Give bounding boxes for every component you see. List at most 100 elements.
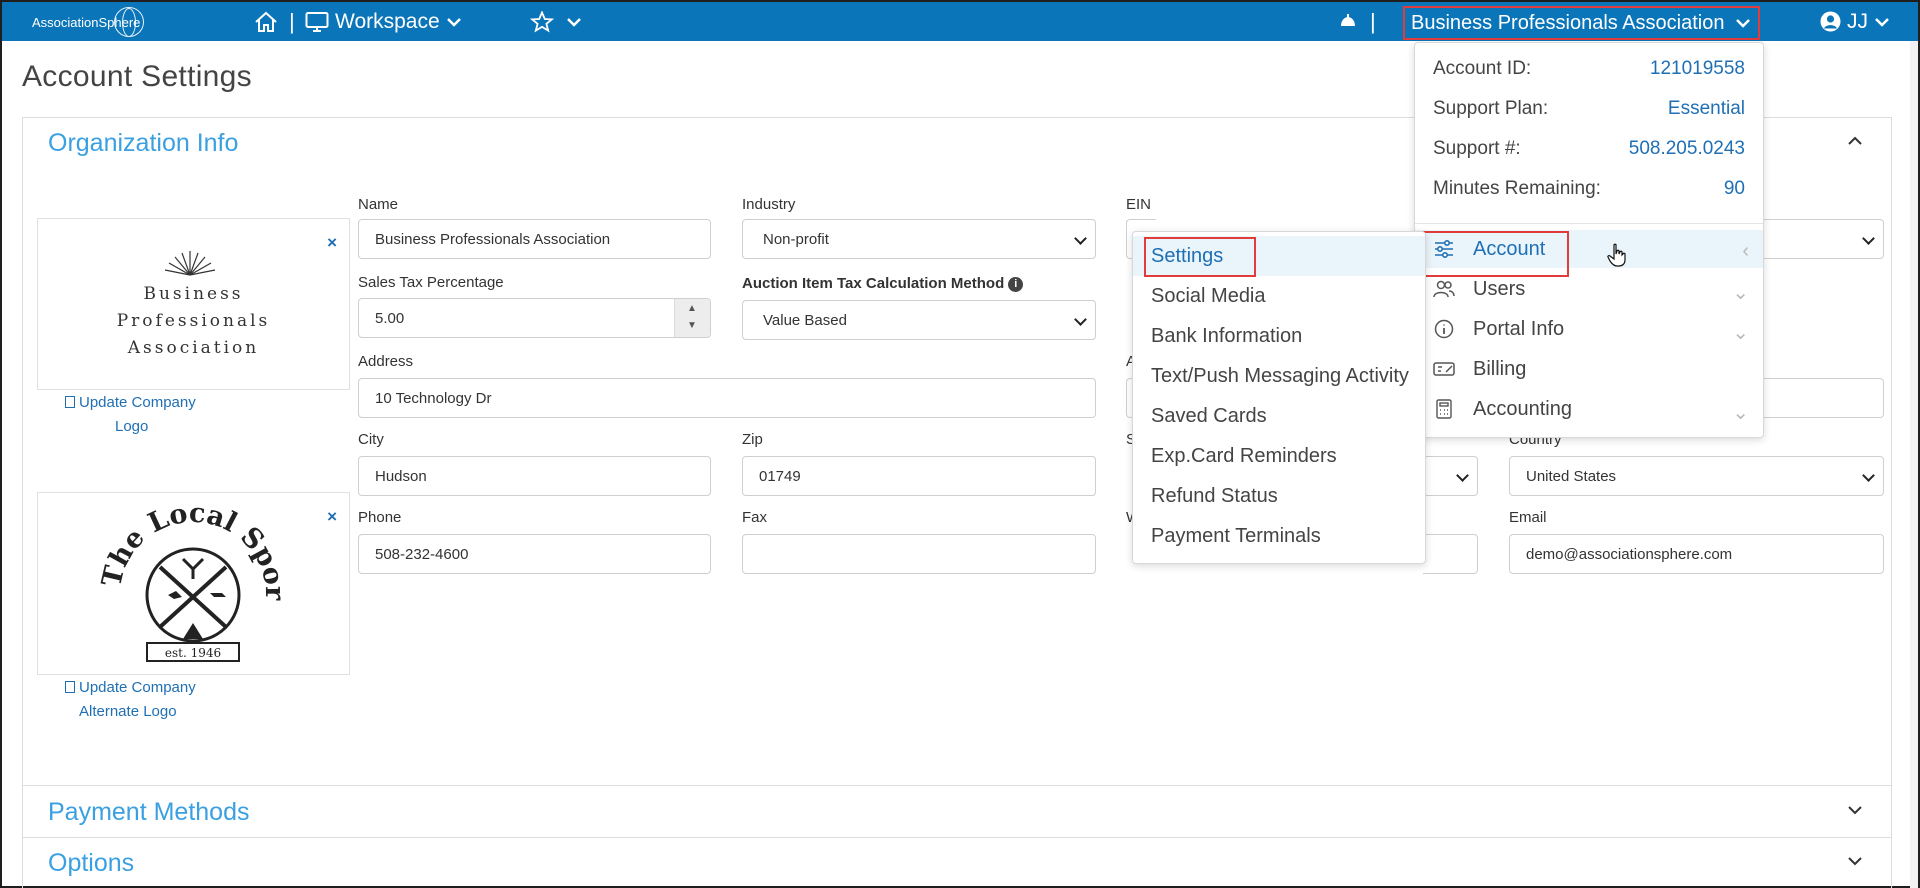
billing-menu-item[interactable]: Billing [1415, 350, 1763, 388]
state-select[interactable] [1423, 456, 1478, 496]
industry-label: Industry [742, 196, 796, 213]
favorites-menu-button[interactable] [530, 2, 582, 41]
chevron-down-icon [446, 17, 461, 27]
sportsman-club-logo: The Local Sportsman's Club est. 1946 [98, 507, 288, 662]
city-input[interactable]: Hudson [358, 456, 711, 496]
info-value: 90 [1723, 178, 1745, 199]
auction-tax-label-text: Auction Item Tax Calculation Method [742, 275, 1005, 292]
submenu-item-saved-cards[interactable]: Saved Cards [1133, 396, 1425, 436]
accounting-menu-item[interactable]: Accounting ⌄ [1415, 390, 1763, 428]
link-text: Update Company [79, 394, 196, 411]
submenu-item-text-push-messaging[interactable]: Text/Push Messaging Activity [1133, 356, 1425, 396]
info-value: Essential [1667, 98, 1745, 119]
phone-input[interactable]: 508-232-4600 [358, 534, 711, 574]
update-company-logo-link[interactable]: Update Company Logo [65, 391, 196, 439]
fax-input[interactable] [742, 534, 1096, 574]
workspace-menu-button[interactable]: Workspace [305, 2, 462, 41]
remove-logo-icon[interactable]: × [327, 233, 337, 253]
submenu-item-bank-information[interactable]: Bank Information [1133, 316, 1425, 356]
brand-logo[interactable]: AssociationSphere [30, 6, 155, 38]
users-icon [1433, 278, 1455, 300]
page-scrollbar[interactable] [1910, 41, 1918, 888]
section-title: Payment Methods [48, 797, 250, 826]
portal-info-menu-item[interactable]: Portal Info ⌄ [1415, 310, 1763, 348]
logo-line: Professionals [116, 311, 271, 331]
section-divider [23, 785, 1891, 786]
name-input[interactable]: Business Professionals Association [358, 219, 711, 259]
menu-item-label: Accounting [1473, 397, 1572, 420]
minutes-remaining-row: Minutes Remaining: 90 [1433, 178, 1745, 200]
organization-menu-button[interactable]: Business Professionals Association [1403, 6, 1760, 40]
submenu-item-payment-terminals[interactable]: Payment Terminals [1133, 516, 1425, 556]
email-input[interactable]: demo@associationsphere.com [1509, 534, 1884, 574]
fax-label: Fax [742, 509, 768, 526]
auction-tax-select[interactable]: Value Based [742, 300, 1096, 340]
account-highlight-box [1422, 231, 1569, 277]
submenu-item-refund-status[interactable]: Refund Status [1133, 476, 1425, 516]
page-title: Account Settings [22, 60, 252, 93]
section-title: Options [48, 848, 135, 877]
zip-input[interactable]: 01749 [742, 456, 1096, 496]
submenu-item-social-media[interactable]: Social Media [1133, 276, 1425, 316]
chevron-down-icon [1848, 806, 1862, 815]
industry-select[interactable]: Non-profit [742, 219, 1096, 259]
svg-text:The Local Sportsman's Club: The Local Sportsman's Club [98, 507, 288, 601]
country-select[interactable]: United States [1509, 456, 1884, 496]
remove-alternate-logo-icon[interactable]: × [327, 507, 337, 527]
sales-tax-input[interactable]: 5.00 ▲ ▼ [358, 298, 711, 338]
city-label: City [358, 431, 384, 448]
chevron-down-icon [1875, 17, 1889, 27]
building-icon [65, 396, 75, 408]
organization-name: Business Professionals Association [1411, 11, 1725, 34]
account-id-row: Account ID: 121019558 [1433, 58, 1745, 80]
link-text: Alternate Logo [79, 703, 177, 720]
service-bell-button[interactable] [1337, 2, 1359, 41]
calculator-icon [1433, 398, 1455, 420]
submenu-item-exp-card-reminders[interactable]: Exp.Card Reminders [1133, 436, 1425, 476]
info-key: Minutes Remaining: [1433, 178, 1601, 199]
home-button[interactable] [254, 2, 278, 41]
link-text: Update Company [79, 679, 196, 696]
menu-item-label: Billing [1473, 357, 1527, 380]
chevron-down-icon [1848, 857, 1862, 866]
update-alternate-logo-link[interactable]: Update Company Alternate Logo [65, 676, 196, 724]
info-value: 121019558 [1649, 58, 1745, 79]
info-value: 508.205.0243 [1628, 138, 1745, 159]
support-plan-row: Support Plan: Essential [1433, 98, 1745, 120]
address-label: Address [358, 353, 414, 370]
section-title: Organization Info [48, 128, 239, 157]
alternate-logo-box: × The Local Sportsman's Club est. 1946 [37, 492, 350, 675]
support-number-row: Support #: 508.205.0243 [1433, 138, 1745, 160]
payment-methods-header[interactable]: Payment Methods [23, 787, 1891, 837]
number-stepper[interactable]: ▲ ▼ [674, 299, 710, 337]
info-icon[interactable]: i [1008, 277, 1024, 292]
sales-tax-value: 5.00 [375, 309, 405, 327]
options-header[interactable]: Options [23, 838, 1891, 888]
home-icon [255, 11, 277, 32]
service-bell-icon [1339, 13, 1357, 27]
est-label: est. 1946 [165, 646, 221, 660]
monitor-icon [305, 11, 329, 32]
user-menu-button[interactable]: JJ [1820, 2, 1890, 41]
website-input[interactable] [1423, 534, 1478, 574]
chevron-down-icon [1735, 19, 1750, 28]
menu-divider [1415, 223, 1763, 224]
separator: | [1370, 8, 1376, 34]
company-logo-box: × Business Professionals Association [37, 218, 350, 390]
account-submenu: Settings Social Media Bank Information T… [1132, 231, 1426, 564]
info-key: Support #: [1433, 138, 1521, 159]
info-key: Support Plan: [1433, 98, 1549, 119]
email-label: Email [1509, 509, 1547, 526]
chevron-down-icon: ⌄ [1732, 322, 1749, 344]
billing-icon [1433, 358, 1455, 380]
menu-item-label: Users [1473, 277, 1526, 300]
hand-pointer-icon [1607, 243, 1626, 267]
stepper-up-icon[interactable]: ▲ [687, 303, 697, 314]
user-circle-icon [1820, 11, 1841, 32]
star-icon [530, 10, 554, 33]
zip-label: Zip [742, 431, 763, 448]
stepper-down-icon[interactable]: ▼ [687, 320, 697, 331]
chevron-down-icon: ⌄ [1732, 402, 1749, 424]
chevron-left-icon: ‹ [1742, 240, 1749, 262]
address-input[interactable]: 10 Technology Dr [358, 378, 1096, 418]
